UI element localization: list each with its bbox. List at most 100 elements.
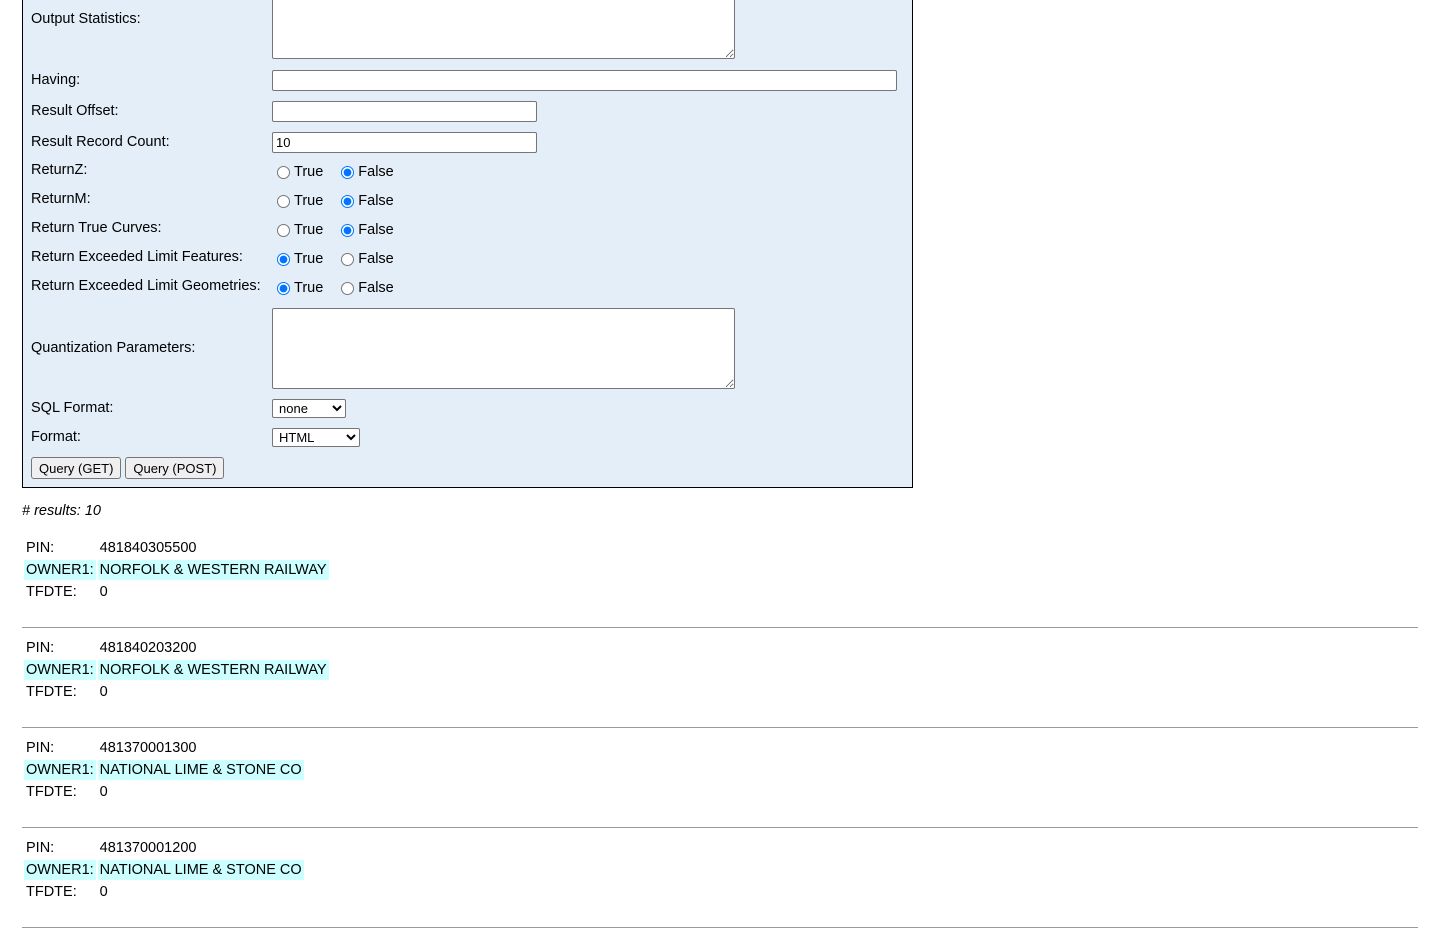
field-value-pin: 481840305500 xyxy=(99,540,197,556)
returnz-true-radio[interactable] xyxy=(277,165,290,179)
return-exceeded-limit-geometries-false-radio[interactable] xyxy=(341,281,355,295)
return-true-curves-true-option[interactable]: True xyxy=(271,222,323,238)
field-row-tfdte: TFDTE: 0 xyxy=(24,882,304,902)
field-value-owner1: NORFOLK & WESTERN RAILWAY xyxy=(97,660,329,680)
field-value-tfdte: 0 xyxy=(99,784,108,800)
field-value-owner1: NORFOLK & WESTERN RAILWAY xyxy=(97,560,329,580)
result-record: PIN: 481370001300 OWNER1: NATIONAL LIME & S… xyxy=(22,736,1418,828)
record-divider xyxy=(22,627,1418,628)
result-offset-input[interactable] xyxy=(272,101,537,122)
return-exceeded-limit-features-true-radio[interactable] xyxy=(277,252,290,266)
field-row-pin: PIN: 481840203200 xyxy=(24,638,329,658)
return-exceeded-limit-geometries-true-option[interactable]: True xyxy=(271,280,323,296)
field-value-pin: 481370001200 xyxy=(99,840,197,856)
field-value-pin: 481840203200 xyxy=(99,640,197,656)
return-exceeded-limit-geometries-false-option[interactable]: False xyxy=(335,280,394,296)
returnm-true-radio[interactable] xyxy=(277,194,290,208)
returnm-false-text: False xyxy=(358,193,394,209)
field-name-owner1: OWNER1: xyxy=(24,860,96,880)
quantization-parameters-label: Quantization Parameters: xyxy=(31,340,196,356)
record-divider xyxy=(22,827,1418,828)
format-label: Format: xyxy=(31,429,81,445)
field-value-owner1: NATIONAL LIME & STONE CO xyxy=(97,860,304,880)
field-row-owner1: OWNER1: NORFOLK & WESTERN RAILWAY xyxy=(24,660,329,680)
field-name-pin: PIN: xyxy=(26,840,55,856)
field-name-owner1: OWNER1: xyxy=(24,560,96,580)
field-row-owner1: OWNER1: NATIONAL LIME & STONE CO xyxy=(24,860,304,880)
return-exceeded-limit-features-true-text: True xyxy=(294,251,324,267)
result-record-table: PIN: 481840305500 OWNER1: NORFOLK & WESTERN… xyxy=(22,536,331,604)
result-record: PIN: 481370001200 OWNER1: NATIONAL LIME & S… xyxy=(22,836,1418,928)
result-record-count-input[interactable] xyxy=(272,132,537,153)
return-exceeded-limit-features-false-radio[interactable] xyxy=(341,252,355,266)
format-select[interactable]: HTML xyxy=(272,428,360,447)
return-exceeded-limit-features-true-option[interactable]: True xyxy=(271,251,323,267)
field-name-owner1: OWNER1: xyxy=(24,760,96,780)
return-exceeded-limit-geometries-true-radio[interactable] xyxy=(277,281,290,295)
field-row-tfdte: TFDTE: 0 xyxy=(24,682,329,702)
field-name-pin: PIN: xyxy=(26,540,55,556)
return-true-curves-false-radio[interactable] xyxy=(341,223,355,237)
returnm-false-radio[interactable] xyxy=(341,194,355,208)
field-row-tfdte: TFDTE: 0 xyxy=(24,582,329,602)
field-name-tfdte: TFDTE: xyxy=(26,584,77,600)
results-count: # results: 10 xyxy=(22,503,101,519)
returnz-false-option[interactable]: False xyxy=(335,164,394,180)
output-statistics-label: Output Statistics: xyxy=(31,11,141,27)
return-true-curves-true-text: True xyxy=(294,222,324,238)
field-name-pin: PIN: xyxy=(26,740,55,756)
returnm-true-text: True xyxy=(294,193,324,209)
query-post-button[interactable]: Query (POST) xyxy=(125,457,225,479)
returnm-true-option[interactable]: True xyxy=(271,193,323,209)
result-offset-label: Result Offset: xyxy=(31,103,119,119)
having-input[interactable] xyxy=(272,70,897,91)
output-statistics-textarea[interactable] xyxy=(272,0,735,59)
field-value-tfdte: 0 xyxy=(99,584,108,600)
return-true-curves-false-option[interactable]: False xyxy=(335,222,394,238)
returnz-label: ReturnZ: xyxy=(31,162,88,178)
return-exceeded-limit-geometries-false-text: False xyxy=(358,280,394,296)
return-exceeded-limit-features-false-option[interactable]: False xyxy=(335,251,394,267)
return-exceeded-limit-features-false-text: False xyxy=(358,251,394,267)
field-name-pin: PIN: xyxy=(26,640,55,656)
return-exceeded-limit-geometries-label: Return Exceeded Limit Geometries: xyxy=(31,278,261,294)
field-name-owner1: OWNER1: xyxy=(24,660,96,680)
return-exceeded-limit-features-label: Return Exceeded Limit Features: xyxy=(31,249,243,265)
result-record-table: PIN: 481370001200 OWNER1: NATIONAL LIME & S… xyxy=(22,836,306,904)
result-record-count-label: Result Record Count: xyxy=(31,134,170,150)
result-record-table: PIN: 481840203200 OWNER1: NORFOLK & WESTERN… xyxy=(22,636,331,704)
field-name-tfdte: TFDTE: xyxy=(26,784,77,800)
returnz-false-text: False xyxy=(358,164,394,180)
returnz-false-radio[interactable] xyxy=(341,165,355,179)
field-value-tfdte: 0 xyxy=(99,684,108,700)
result-record: PIN: 481840203200 OWNER1: NORFOLK & WESTERN… xyxy=(22,636,1418,728)
return-exceeded-limit-geometries-true-text: True xyxy=(294,280,324,296)
field-name-tfdte: TFDTE: xyxy=(26,684,77,700)
field-row-owner1: OWNER1: NATIONAL LIME & STONE CO xyxy=(24,760,304,780)
record-divider xyxy=(22,727,1418,728)
query-get-button[interactable]: Query (GET) xyxy=(31,457,122,479)
field-value-pin: 481370001300 xyxy=(99,740,197,756)
field-row-owner1: OWNER1: NORFOLK & WESTERN RAILWAY xyxy=(24,560,329,580)
quantization-parameters-textarea[interactable] xyxy=(272,308,735,389)
field-name-tfdte: TFDTE: xyxy=(26,884,77,900)
field-row-tfdte: TFDTE: 0 xyxy=(24,782,304,802)
returnm-label: ReturnM: xyxy=(31,191,91,207)
field-row-pin: PIN: 481370001300 xyxy=(24,738,304,758)
field-row-pin: PIN: 481840305500 xyxy=(24,538,329,558)
result-record: PIN: 481840305500 OWNER1: NORFOLK & WESTERN… xyxy=(22,536,1418,628)
query-form: Output Statistics: Having: Result Offset… xyxy=(22,0,913,488)
return-true-curves-false-text: False xyxy=(358,222,394,238)
field-row-pin: PIN: 481370001200 xyxy=(24,838,304,858)
having-label: Having: xyxy=(31,72,81,88)
field-value-owner1: NATIONAL LIME & STONE CO xyxy=(97,760,304,780)
result-record-table: PIN: 481370001300 OWNER1: NATIONAL LIME & S… xyxy=(22,736,306,804)
sql-format-select[interactable]: none xyxy=(272,399,346,418)
returnz-true-text: True xyxy=(294,164,324,180)
returnz-true-option[interactable]: True xyxy=(271,164,323,180)
field-value-tfdte: 0 xyxy=(99,884,108,900)
returnm-false-option[interactable]: False xyxy=(335,193,394,209)
return-true-curves-true-radio[interactable] xyxy=(277,223,290,237)
sql-format-label: SQL Format: xyxy=(31,400,114,416)
return-true-curves-label: Return True Curves: xyxy=(31,220,162,236)
